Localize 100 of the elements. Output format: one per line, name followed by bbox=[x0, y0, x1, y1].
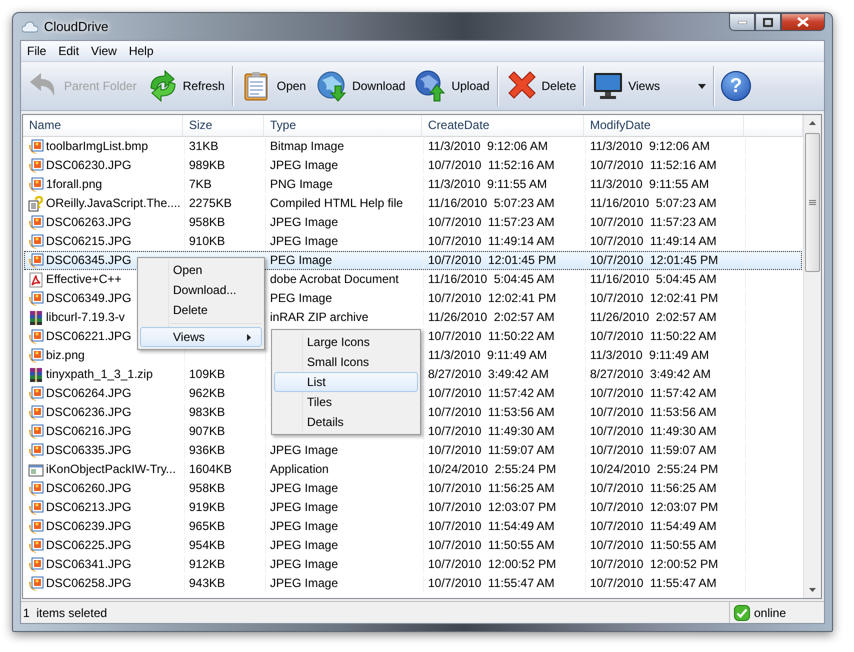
caret-icon bbox=[698, 84, 706, 88]
modify-date: 10/7/2010 11:49:14 AM bbox=[590, 234, 717, 248]
create-date: 10/7/2010 12:01:45 PM bbox=[428, 253, 556, 267]
pdf-file-icon bbox=[28, 272, 44, 288]
column-header[interactable]: Name bbox=[23, 115, 183, 136]
file-size: 31KB bbox=[189, 139, 218, 153]
image-file-icon bbox=[28, 480, 44, 496]
menu-item[interactable]: Large Icons bbox=[274, 332, 418, 352]
menu-item[interactable]: Small Icons bbox=[274, 352, 418, 372]
file-size: 954KB bbox=[189, 538, 226, 552]
file-row[interactable]: 1forall.png 7KB PNG Image 11/3/2010 9:11:55 AM 11/3/2010 9:11:55 AM bbox=[24, 175, 802, 194]
file-type: Application bbox=[270, 462, 329, 476]
scroll-up-icon[interactable] bbox=[809, 121, 816, 125]
toolbar-button[interactable]: Views bbox=[587, 65, 711, 107]
close-button[interactable] bbox=[781, 13, 825, 31]
file-row[interactable]: DSC06213.JPG 919KB JPEG Image 10/7/2010 12:03:07 PM 10/7/2010 12:03:07 PM bbox=[24, 498, 802, 517]
menu-item[interactable]: File bbox=[21, 44, 52, 58]
archive-file-icon bbox=[28, 310, 44, 326]
create-date: 10/7/2010 11:50:22 AM bbox=[428, 329, 555, 343]
file-row[interactable]: iKonObjectPackIW-Try... 1604KB Application 10/24/2010 2:55:24 PM 10/24/2010 2:55:24 PM bbox=[24, 460, 802, 479]
cloud-icon bbox=[22, 20, 38, 34]
create-date: 10/7/2010 11:53:56 AM bbox=[428, 405, 555, 419]
file-type: dobe Acrobat Document bbox=[270, 272, 399, 286]
file-type: JPEG Image bbox=[270, 481, 338, 495]
file-size: 907KB bbox=[189, 424, 226, 438]
modify-date: 10/7/2010 12:03:07 PM bbox=[590, 500, 718, 514]
toolbar-button[interactable]: Refresh bbox=[142, 65, 230, 107]
file-row[interactable]: DSC06335.JPG 936KB JPEG Image 10/7/2010 11:59:07 AM 10/7/2010 11:59:07 AM bbox=[24, 441, 802, 460]
column-header[interactable]: ModifyDate bbox=[584, 115, 744, 136]
create-date: 10/7/2010 11:59:07 AM bbox=[428, 443, 555, 457]
maximize-icon bbox=[763, 18, 773, 26]
file-name: toolbarImgList.bmp bbox=[46, 138, 148, 155]
file-row[interactable]: DSC06239.JPG 965KB JPEG Image 10/7/2010 11:54:49 AM 10/7/2010 11:54:49 AM bbox=[24, 517, 802, 536]
file-row[interactable]: DSC06341.JPG 912KB JPEG Image 10/7/2010 12:00:52 PM 10/7/2010 12:00:52 PM bbox=[24, 555, 802, 574]
file-name: DSC06236.JPG bbox=[46, 404, 132, 421]
scroll-down-icon[interactable] bbox=[809, 588, 816, 592]
menu-item[interactable]: Edit bbox=[52, 44, 86, 58]
modify-date: 10/24/2010 2:55:24 PM bbox=[590, 462, 718, 476]
create-date: 10/7/2010 12:00:52 PM bbox=[428, 557, 556, 571]
image-file-icon bbox=[28, 442, 44, 458]
modify-date: 11/3/2010 9:11:49 AM bbox=[590, 348, 709, 362]
minimize-icon bbox=[738, 20, 746, 24]
image-file-icon bbox=[28, 556, 44, 572]
file-row[interactable]: DSC06225.JPG 954KB JPEG Image 10/7/2010 11:50:55 AM 10/7/2010 11:50:55 AM bbox=[24, 536, 802, 555]
column-header[interactable]: CreateDate bbox=[422, 115, 584, 136]
toolbar-button[interactable]: Delete bbox=[500, 65, 582, 107]
file-size: 936KB bbox=[189, 443, 226, 457]
file-type: JPEG Image bbox=[270, 443, 338, 457]
create-date: 11/3/2010 9:11:55 AM bbox=[428, 177, 547, 191]
file-name: DSC06225.JPG bbox=[46, 537, 132, 554]
create-date: 10/7/2010 11:57:42 AM bbox=[428, 386, 555, 400]
file-row[interactable]: DSC06215.JPG 910KB JPEG Image 10/7/2010 11:49:14 AM 10/7/2010 11:49:14 AM bbox=[24, 232, 802, 251]
minimize-button[interactable] bbox=[729, 13, 755, 31]
file-row[interactable]: DSC06258.JPG 943KB JPEG Image 10/7/2010 11:55:47 AM 10/7/2010 11:55:47 AM bbox=[24, 574, 802, 593]
file-row[interactable]: OReilly.JavaScript.The.... 2275KB Compiled HTML Help file 11/16/2010 5:07:23 AM 11/16/2010 5:07:23 AM bbox=[24, 194, 802, 213]
file-size: 2275KB bbox=[189, 196, 232, 210]
image-file-icon bbox=[28, 252, 44, 268]
file-name: OReilly.JavaScript.The.... bbox=[46, 195, 180, 212]
file-type: JPEG Image bbox=[270, 519, 338, 533]
menu-item[interactable]: Views bbox=[140, 327, 262, 347]
file-size: 7KB bbox=[189, 177, 212, 191]
toolbar-button[interactable]: Upload bbox=[410, 65, 494, 107]
image-file-icon bbox=[28, 176, 44, 192]
file-row[interactable]: DSC06263.JPG 958KB JPEG Image 10/7/2010 11:57:23 AM 10/7/2010 11:57:23 AM bbox=[24, 213, 802, 232]
modify-date: 10/7/2010 11:54:49 AM bbox=[590, 519, 717, 533]
monitor-icon bbox=[592, 70, 624, 102]
file-size: 962KB bbox=[189, 386, 226, 400]
file-row[interactable]: DSC06230.JPG 989KB JPEG Image 10/7/2010 11:52:16 AM 10/7/2010 11:52:16 AM bbox=[24, 156, 802, 175]
column-header[interactable]: Size bbox=[183, 115, 264, 136]
menu-item[interactable]: Delete bbox=[140, 300, 262, 320]
window-title: CloudDrive bbox=[44, 19, 108, 34]
image-file-icon bbox=[28, 290, 44, 306]
menu-item[interactable]: Details bbox=[274, 412, 418, 432]
scrollbar-thumb[interactable] bbox=[805, 133, 820, 272]
toolbar-button[interactable]: Open bbox=[236, 65, 312, 107]
create-date: 10/7/2010 11:49:14 AM bbox=[428, 234, 555, 248]
file-size: 919KB bbox=[189, 500, 226, 514]
menu-item[interactable]: View bbox=[85, 44, 123, 58]
application-file-icon bbox=[28, 462, 44, 478]
maximize-button[interactable] bbox=[755, 13, 781, 31]
modify-date: 10/7/2010 11:57:42 AM bbox=[590, 386, 717, 400]
image-file-icon bbox=[28, 518, 44, 534]
menu-item[interactable]: Help bbox=[122, 44, 160, 58]
file-size: 1604KB bbox=[189, 462, 232, 476]
column-header[interactable]: Type bbox=[264, 115, 422, 136]
menu-item[interactable]: Tiles bbox=[274, 392, 418, 412]
modify-date: 11/3/2010 9:12:06 AM bbox=[590, 139, 710, 153]
check-icon bbox=[734, 604, 750, 620]
menu-item[interactable]: List bbox=[274, 372, 418, 392]
file-row[interactable]: DSC06260.JPG 958KB JPEG Image 10/7/2010 11:56:25 AM 10/7/2010 11:56:25 AM bbox=[24, 479, 802, 498]
toolbar-button[interactable]: Download bbox=[311, 65, 410, 107]
menu-item[interactable]: Download... bbox=[140, 280, 262, 300]
create-date: 10/7/2010 11:57:23 AM bbox=[428, 215, 555, 229]
image-file-icon bbox=[28, 138, 44, 154]
file-row[interactable]: toolbarImgList.bmp 31KB Bitmap Image 11/3/2010 9:12:06 AM 11/3/2010 9:12:06 AM bbox=[24, 137, 802, 156]
create-date: 8/27/2010 3:49:42 AM bbox=[428, 367, 549, 381]
file-name: DSC06239.JPG bbox=[46, 518, 132, 535]
modify-date: 10/7/2010 11:57:23 AM bbox=[590, 215, 717, 229]
create-date: 10/7/2010 11:50:55 AM bbox=[428, 538, 555, 552]
modify-date: 10/7/2010 12:02:41 PM bbox=[590, 291, 718, 305]
